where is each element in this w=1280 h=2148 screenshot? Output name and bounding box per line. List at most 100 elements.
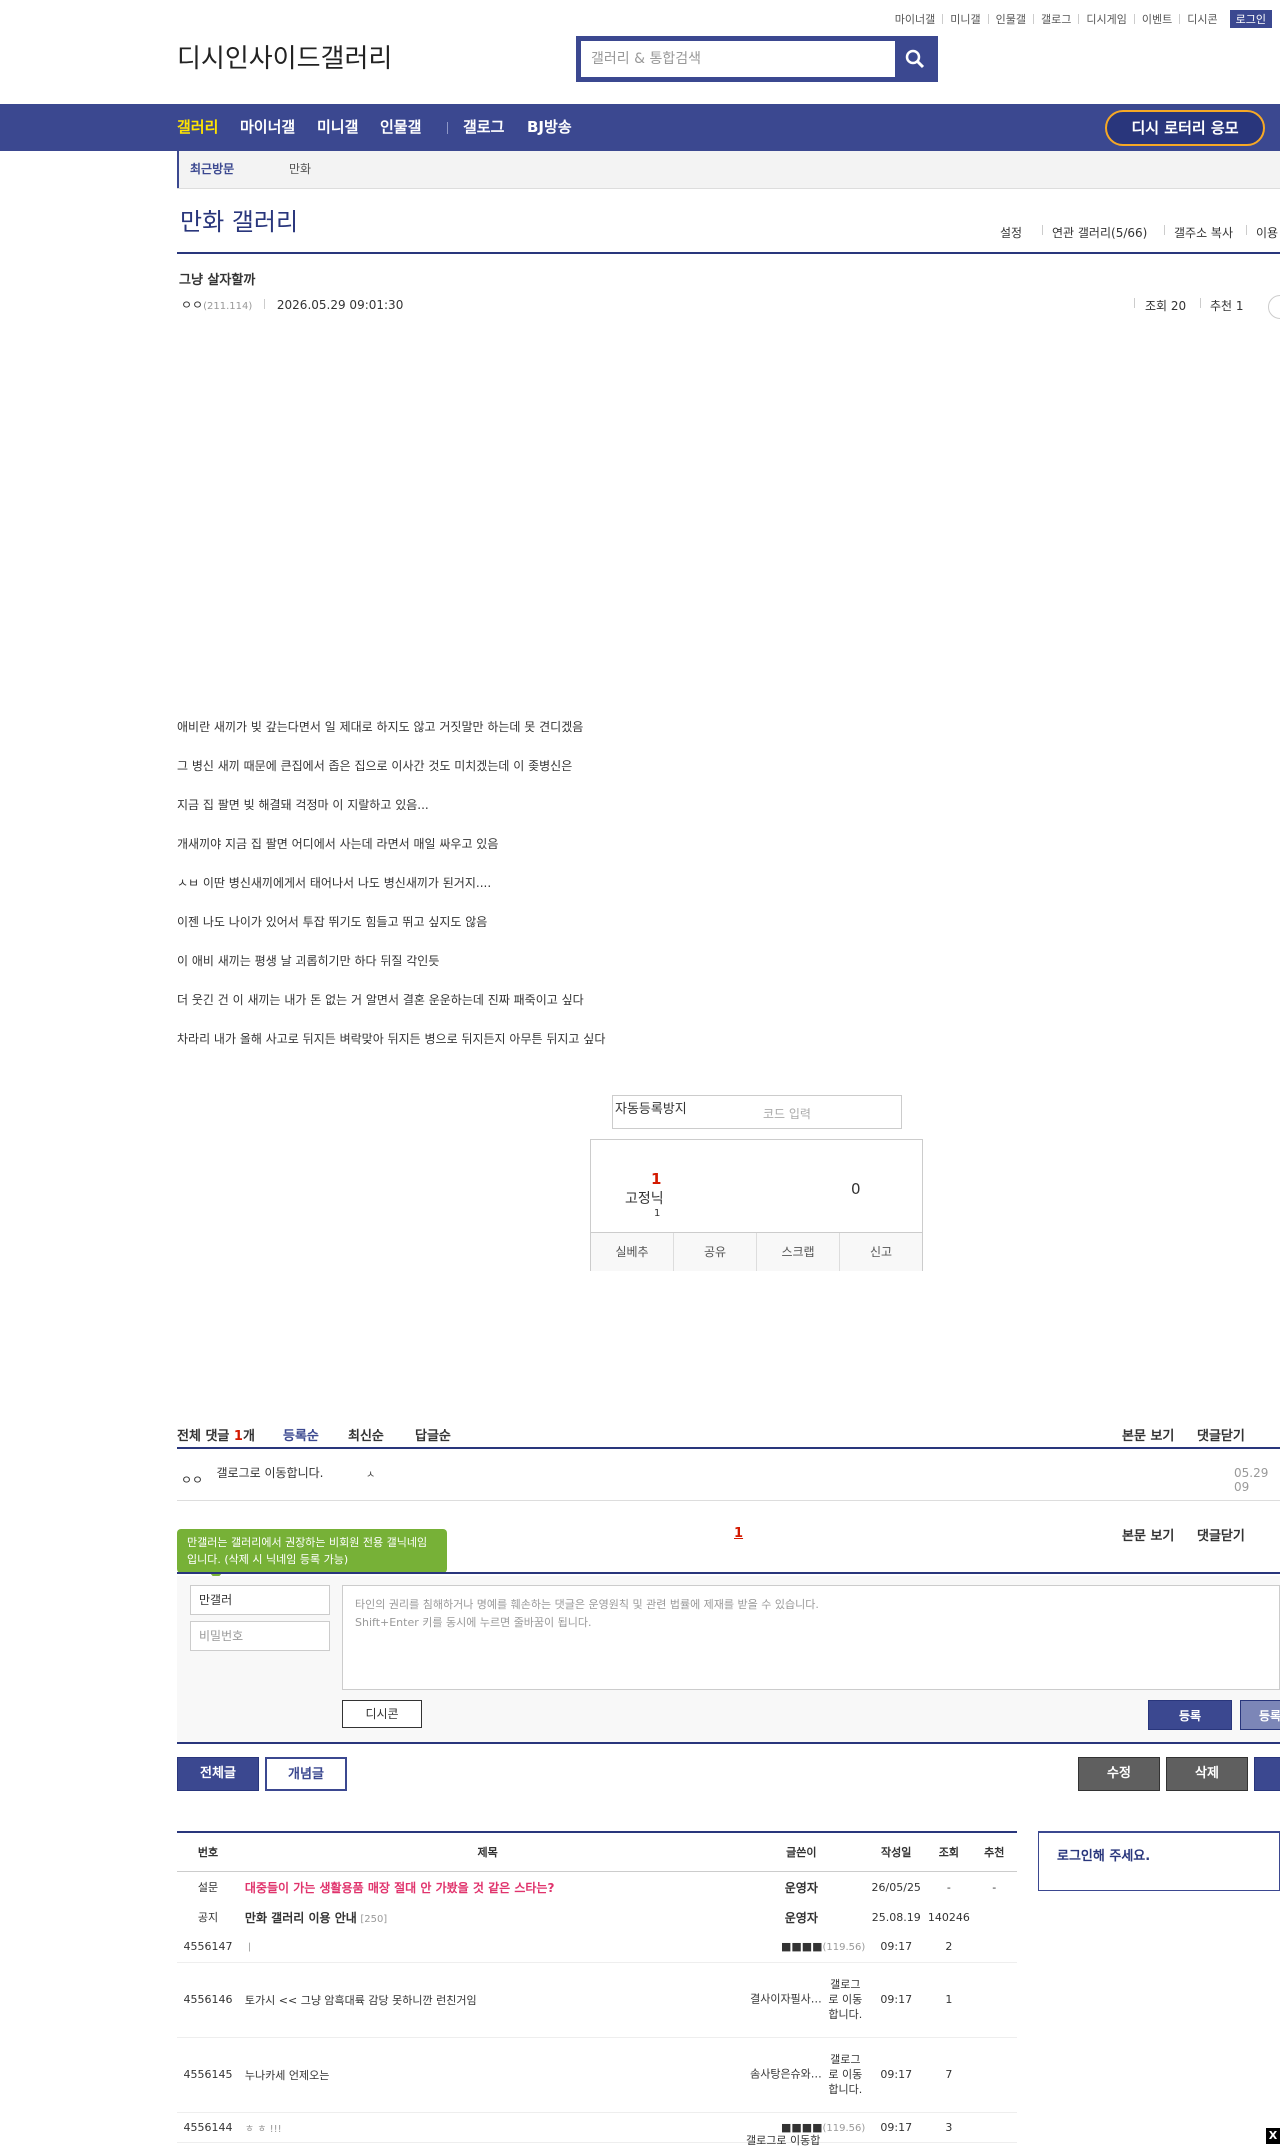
row-title[interactable]: ㅣ (245, 1943, 254, 1954)
row-writer[interactable]: 결사이자필사… (750, 1993, 822, 2006)
sort-registered[interactable]: 등록순 (283, 1425, 319, 1444)
row-number: 4556145 (177, 2037, 239, 2113)
captcha-image: 자동등록방지 (615, 1102, 687, 1117)
comment-writer[interactable]: ㅇㅇ (181, 1471, 203, 1488)
post-list: 번호 제목 글쓴이 작성일 조회 추천 설문 대중들이 가는 생활용품 매장 절… (177, 1831, 1017, 2143)
row-title[interactable]: 누나카세 언제오는 (245, 2069, 329, 2082)
table-row[interactable]: 설문 대중들이 가는 생활용품 매장 절대 안 가봤을 것 같은 스타는? 운영… (177, 1872, 1017, 1903)
recommend-count[interactable]: 1 (651, 1170, 661, 1188)
captcha-box: 자동등록방지 코드 입력 (612, 1095, 902, 1129)
comment-icon: ㅅ (366, 1470, 376, 1481)
search-input[interactable]: 갤러리 & 통합검색 (581, 41, 895, 77)
report-button[interactable]: 신고 (839, 1233, 922, 1271)
site-logo[interactable]: 디시인사이드갤러리 (177, 38, 392, 75)
sort-reply[interactable]: 답글순 (415, 1425, 451, 1444)
delete-button[interactable]: 삭제 (1166, 1757, 1248, 1791)
share-button[interactable]: 공유 (673, 1233, 756, 1271)
concept-posts-button[interactable]: 개념글 (265, 1757, 347, 1791)
gallog-icon[interactable]: 갤로그로 이동합니다. (825, 1977, 865, 2022)
top-link-gallog[interactable]: 갤로그 (1041, 11, 1071, 27)
nav-item-gallog[interactable]: 갤로그 (463, 104, 504, 151)
table-row[interactable]: 4556146 토가시 << 그냥 암흑대륙 감당 못하니깐 런친거임 결사이자… (177, 1962, 1017, 2038)
row-writer[interactable]: ■■■■ (781, 1940, 823, 1953)
all-posts-button[interactable]: 전체글 (177, 1757, 259, 1791)
table-row[interactable]: 4556145 누나카세 언제오는 솜사탕은슈와… 갤로그로 이동합니다. 09… (177, 2037, 1017, 2113)
table-row[interactable]: 4556144 ㅎ ㅎ !!! ■■■■(119.56) 09:17 3 (177, 2112, 1017, 2143)
row-writer[interactable]: 운영자 (736, 1902, 866, 1932)
comment-page[interactable]: 1 (734, 1526, 743, 1541)
share-circle-icon[interactable] (1268, 295, 1280, 319)
recent-visit-item[interactable]: 만화 (289, 151, 311, 188)
vote-box: 1 고정닉 1 0 실베추 공유 스크랩 신고 (590, 1139, 923, 1271)
top-link-event[interactable]: 이벤트 (1142, 11, 1172, 27)
nav-item-gallery[interactable]: 갤러리 (177, 104, 218, 151)
row-ip: (119.56) (822, 1942, 866, 1954)
post-writer[interactable]: ㅇㅇ(211.114) 2026.05.29 09:01:30 (181, 296, 403, 313)
sort-latest[interactable]: 최신순 (348, 1425, 384, 1444)
search-icon[interactable] (904, 48, 926, 70)
row-date: 09:17 (866, 2037, 927, 2113)
nav-item-person[interactable]: 인물갤 (380, 104, 421, 151)
scrap-button[interactable]: 스크랩 (756, 1233, 839, 1271)
top-link-mini[interactable]: 미니갤 (950, 11, 980, 27)
view-post-link-bottom[interactable]: 본문 보기 (1122, 1525, 1174, 1544)
edit-button[interactable]: 수정 (1078, 1757, 1160, 1791)
related-gallery-link[interactable]: 연관 갤러리(5/66) (1052, 224, 1147, 241)
row-title[interactable]: ㅎ ㅎ !!! (245, 2124, 282, 2135)
copy-address-link[interactable]: 갤주소 복사 (1174, 224, 1233, 241)
write-button[interactable] (1254, 1757, 1280, 1791)
table-row[interactable]: 4556147 ㅣ ■■■■(119.56) 09:17 2 (177, 1932, 1017, 1963)
gallog-icon[interactable]: 갤로그로 이동합니다. (825, 2052, 865, 2097)
top-link-game[interactable]: 디시게임 (1086, 11, 1126, 27)
row-views: - (946, 1880, 951, 1894)
row-number: 4556144 (177, 2112, 239, 2143)
nav-item-mini[interactable]: 미니갤 (317, 104, 358, 151)
lottery-button[interactable]: 디시 로터리 응모 (1105, 110, 1265, 146)
post-writer-nick[interactable]: ㅇㅇ (181, 298, 203, 312)
close-button[interactable]: X (1266, 2128, 1280, 2144)
comment-submit-button[interactable]: 등록 (1148, 1700, 1232, 1730)
nav-item-bj[interactable]: BJ방송 (527, 104, 572, 151)
top-link-dccon[interactable]: 디시콘 (1187, 11, 1217, 27)
row-number: 공지 (197, 1911, 219, 1924)
gallery-title[interactable]: 만화 갤러리 (180, 202, 298, 237)
row-title[interactable]: 대중들이 가는 생활용품 매장 절대 안 가봤을 것 같은 스타는? (245, 1881, 555, 1895)
comment-total-unit: 개 (242, 1429, 255, 1444)
top-link-minor[interactable]: 마이너갤 (895, 11, 935, 27)
table-row[interactable]: 공지 만화 갤러리 이용 안내 [250] 운영자 25.08.19 14024… (177, 1902, 1017, 1932)
view-post-link[interactable]: 본문 보기 (1122, 1425, 1174, 1444)
close-comments-link-bottom[interactable]: 댓글닫기 (1197, 1525, 1245, 1544)
nick-field[interactable]: 만갤러 (190, 1585, 330, 1615)
silbe-recommend-button[interactable]: 실베추 (591, 1233, 673, 1271)
login-button[interactable]: 로그인 (1229, 10, 1272, 28)
gallog-icon[interactable]: 갤로그로 이동합니다. (206, 1466, 334, 1480)
comment-textarea[interactable]: 타인의 권리를 침해하거나 명예를 훼손하는 댓글은 운영원칙 및 관련 법률에… (342, 1585, 1280, 1690)
nav-item-minor[interactable]: 마이너갤 (240, 104, 295, 151)
usage-link[interactable]: 이용 (1256, 224, 1278, 241)
row-reply-count[interactable]: [250] (360, 1914, 387, 1925)
password-field[interactable]: 비밀번호 (190, 1621, 330, 1651)
login-box-title[interactable]: 로그인해 주세요. (1057, 1845, 1150, 1864)
row-title[interactable]: 토가시 << 그냥 암흑대륙 감당 못하니깐 런친거임 (245, 1994, 477, 2007)
post-line: 더 웃긴 건 이 새끼는 내가 돈 없는 거 알면서 결혼 운운하는데 진짜 패… (177, 993, 584, 1007)
row-number: 4556146 (177, 1962, 239, 2038)
gallery-setting-link[interactable]: 설정 (1000, 224, 1022, 241)
close-comments-link[interactable]: 댓글닫기 (1197, 1425, 1245, 1444)
row-views: 140246 (927, 1910, 970, 1924)
textarea-hint: Shift+Enter 키를 동시에 누르면 줄바꿈이 됩니다. (355, 1616, 592, 1629)
captcha-input[interactable]: 코드 입력 (763, 1105, 811, 1122)
comment-total-label: 전체 댓글 (177, 1429, 230, 1444)
post-line: 차라리 내가 올해 사고로 뒤지든 벼락맞아 뒤지든 병으로 뒤지든지 아무튼 … (177, 1032, 606, 1046)
row-title[interactable]: 만화 갤러리 이용 안내 (245, 1911, 357, 1925)
row-date: 26/05/25 (871, 1880, 921, 1894)
dccon-button[interactable]: 디시콘 (342, 1700, 422, 1728)
gallog-icon[interactable]: 갤로그로 이동합 (746, 2132, 820, 2148)
row-writer[interactable]: 솜사탕은슈와… (750, 2068, 822, 2081)
main-nav: 갤러리 마이너갤 미니갤 인물갤 갤로그 BJ방송 디시 로터리 응모 (0, 104, 1280, 151)
unrecommend-count[interactable]: 0 (851, 1180, 861, 1198)
row-writer[interactable]: 운영자 (736, 1872, 866, 1903)
top-link-person[interactable]: 인물갤 (996, 11, 1026, 27)
comment-submit-recommend-button[interactable]: 등록 (1240, 1700, 1280, 1730)
search-box: 갤러리 & 통합검색 (576, 36, 938, 82)
row-ip: (119.56) (822, 2122, 866, 2134)
